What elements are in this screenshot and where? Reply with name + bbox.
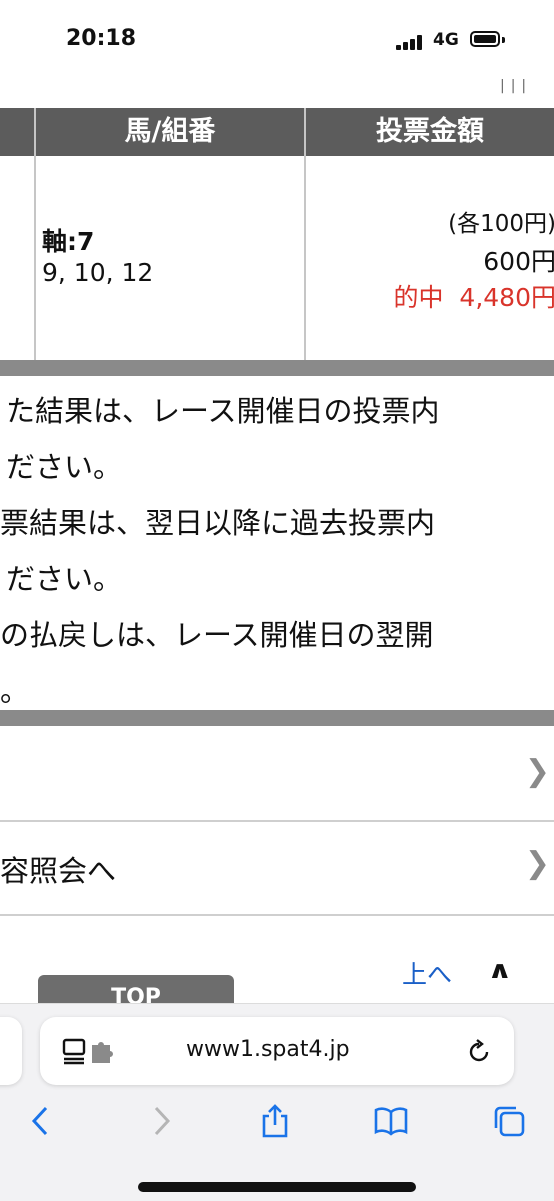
forward-icon[interactable]: [144, 1104, 178, 1138]
status-bar: 20:18 4G |||: [0, 0, 554, 84]
tabs-icon[interactable]: [492, 1104, 526, 1138]
note-line: 。: [0, 668, 29, 710]
chevron-right-icon: ❯: [525, 846, 550, 881]
back-icon[interactable]: [24, 1104, 58, 1138]
bet-table-header: 馬/組番 投票金額: [0, 108, 554, 156]
unit-amount: (各100円): [448, 204, 554, 238]
note-line: た結果は、レース開催日の投票内: [6, 388, 440, 430]
divider-band: [0, 360, 554, 376]
hit-result: 的中 4,480円: [394, 278, 554, 314]
link-row-past-bets[interactable]: 容照会へ ❯: [0, 822, 554, 916]
address-bar[interactable]: www1.spat4.jp: [40, 1017, 514, 1085]
battery-tip: [502, 37, 505, 43]
notes-section: た結果は、レース開催日の投票内 ださい。 票結果は、翌日以降に過去投票内 ださい…: [0, 376, 554, 710]
network-type: 4G: [433, 30, 459, 50]
url-text[interactable]: www1.spat4.jp: [186, 1037, 350, 1062]
table-divider: [34, 156, 36, 360]
table-divider: [304, 156, 306, 360]
hit-label: 的中: [394, 283, 444, 312]
header-horse-number: 馬/組番: [36, 108, 304, 156]
previous-tab-edge[interactable]: [0, 1017, 22, 1085]
home-indicator[interactable]: [138, 1182, 416, 1192]
page-menu-icon[interactable]: [62, 1037, 118, 1065]
axis-prefix: 軸:: [42, 227, 77, 256]
note-line: の払戻しは、レース開催日の翌開: [0, 612, 434, 654]
total-amount: 600円: [483, 242, 554, 278]
axis-value: 7: [77, 227, 94, 256]
link-row[interactable]: ❯: [0, 726, 554, 822]
bookmarks-icon[interactable]: [374, 1104, 408, 1138]
note-line: 票結果は、翌日以降に過去投票内: [0, 500, 435, 542]
scroll-up-link[interactable]: 上へ: [402, 955, 452, 991]
reload-icon[interactable]: [466, 1039, 492, 1065]
axis-horse: 軸:7: [42, 222, 94, 258]
link-row-label: 容照会へ: [0, 848, 116, 890]
status-time: 20:18: [66, 26, 136, 51]
share-icon[interactable]: [258, 1104, 292, 1138]
header-bet-amount: 投票金額: [306, 108, 554, 156]
note-line: ださい。: [6, 556, 122, 598]
page-top-mark: |||: [500, 78, 532, 94]
battery-icon: [470, 31, 500, 47]
combination-horses: 9, 10, 12: [42, 258, 153, 287]
chevron-right-icon: ❯: [525, 754, 550, 789]
chevron-up-icon[interactable]: ∧: [487, 956, 512, 984]
hit-amount: 4,480円: [459, 283, 554, 312]
signal-icon: [396, 34, 428, 50]
note-line: ださい。: [6, 444, 122, 486]
divider-band: [0, 710, 554, 726]
